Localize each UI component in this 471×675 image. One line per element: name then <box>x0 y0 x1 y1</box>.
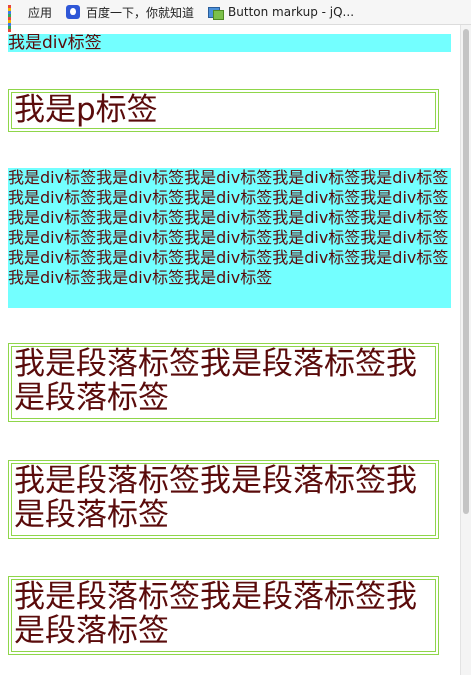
paragraph-2: 我是段落标签我是段落标签我是段落标签 <box>8 460 439 539</box>
vertical-scrollbar[interactable] <box>460 25 471 675</box>
bookmark-button-markup[interactable]: Button markup - jQ... <box>208 5 355 20</box>
p-tag-short: 我是p标签 <box>8 89 439 132</box>
scrollbar-thumb[interactable] <box>463 29 469 514</box>
button-markup-icon <box>208 5 225 20</box>
div-tag-short: 我是div标签 <box>8 34 451 52</box>
bookmark-label: 百度一下，你就知道 <box>86 5 195 20</box>
apps-grid-icon <box>8 5 22 32</box>
baidu-paw-icon <box>66 5 81 19</box>
paragraph-1: 我是段落标签我是段落标签我是段落标签 <box>8 343 439 422</box>
bookmarks-bar: 应用 百度一下，你就知道 Button markup - jQ... <box>0 0 471 32</box>
paragraph-3: 我是段落标签我是段落标签我是段落标签 <box>8 576 439 655</box>
bookmark-apps[interactable]: 应用 <box>8 4 53 32</box>
bookmark-baidu[interactable]: 百度一下，你就知道 <box>66 4 194 21</box>
bookmark-label: Button markup - jQ... <box>228 5 355 19</box>
div-tag-long: 我是div标签我是div标签我是div标签我是div标签我是div标签我是div… <box>8 168 451 308</box>
bookmark-label: 应用 <box>28 5 53 20</box>
